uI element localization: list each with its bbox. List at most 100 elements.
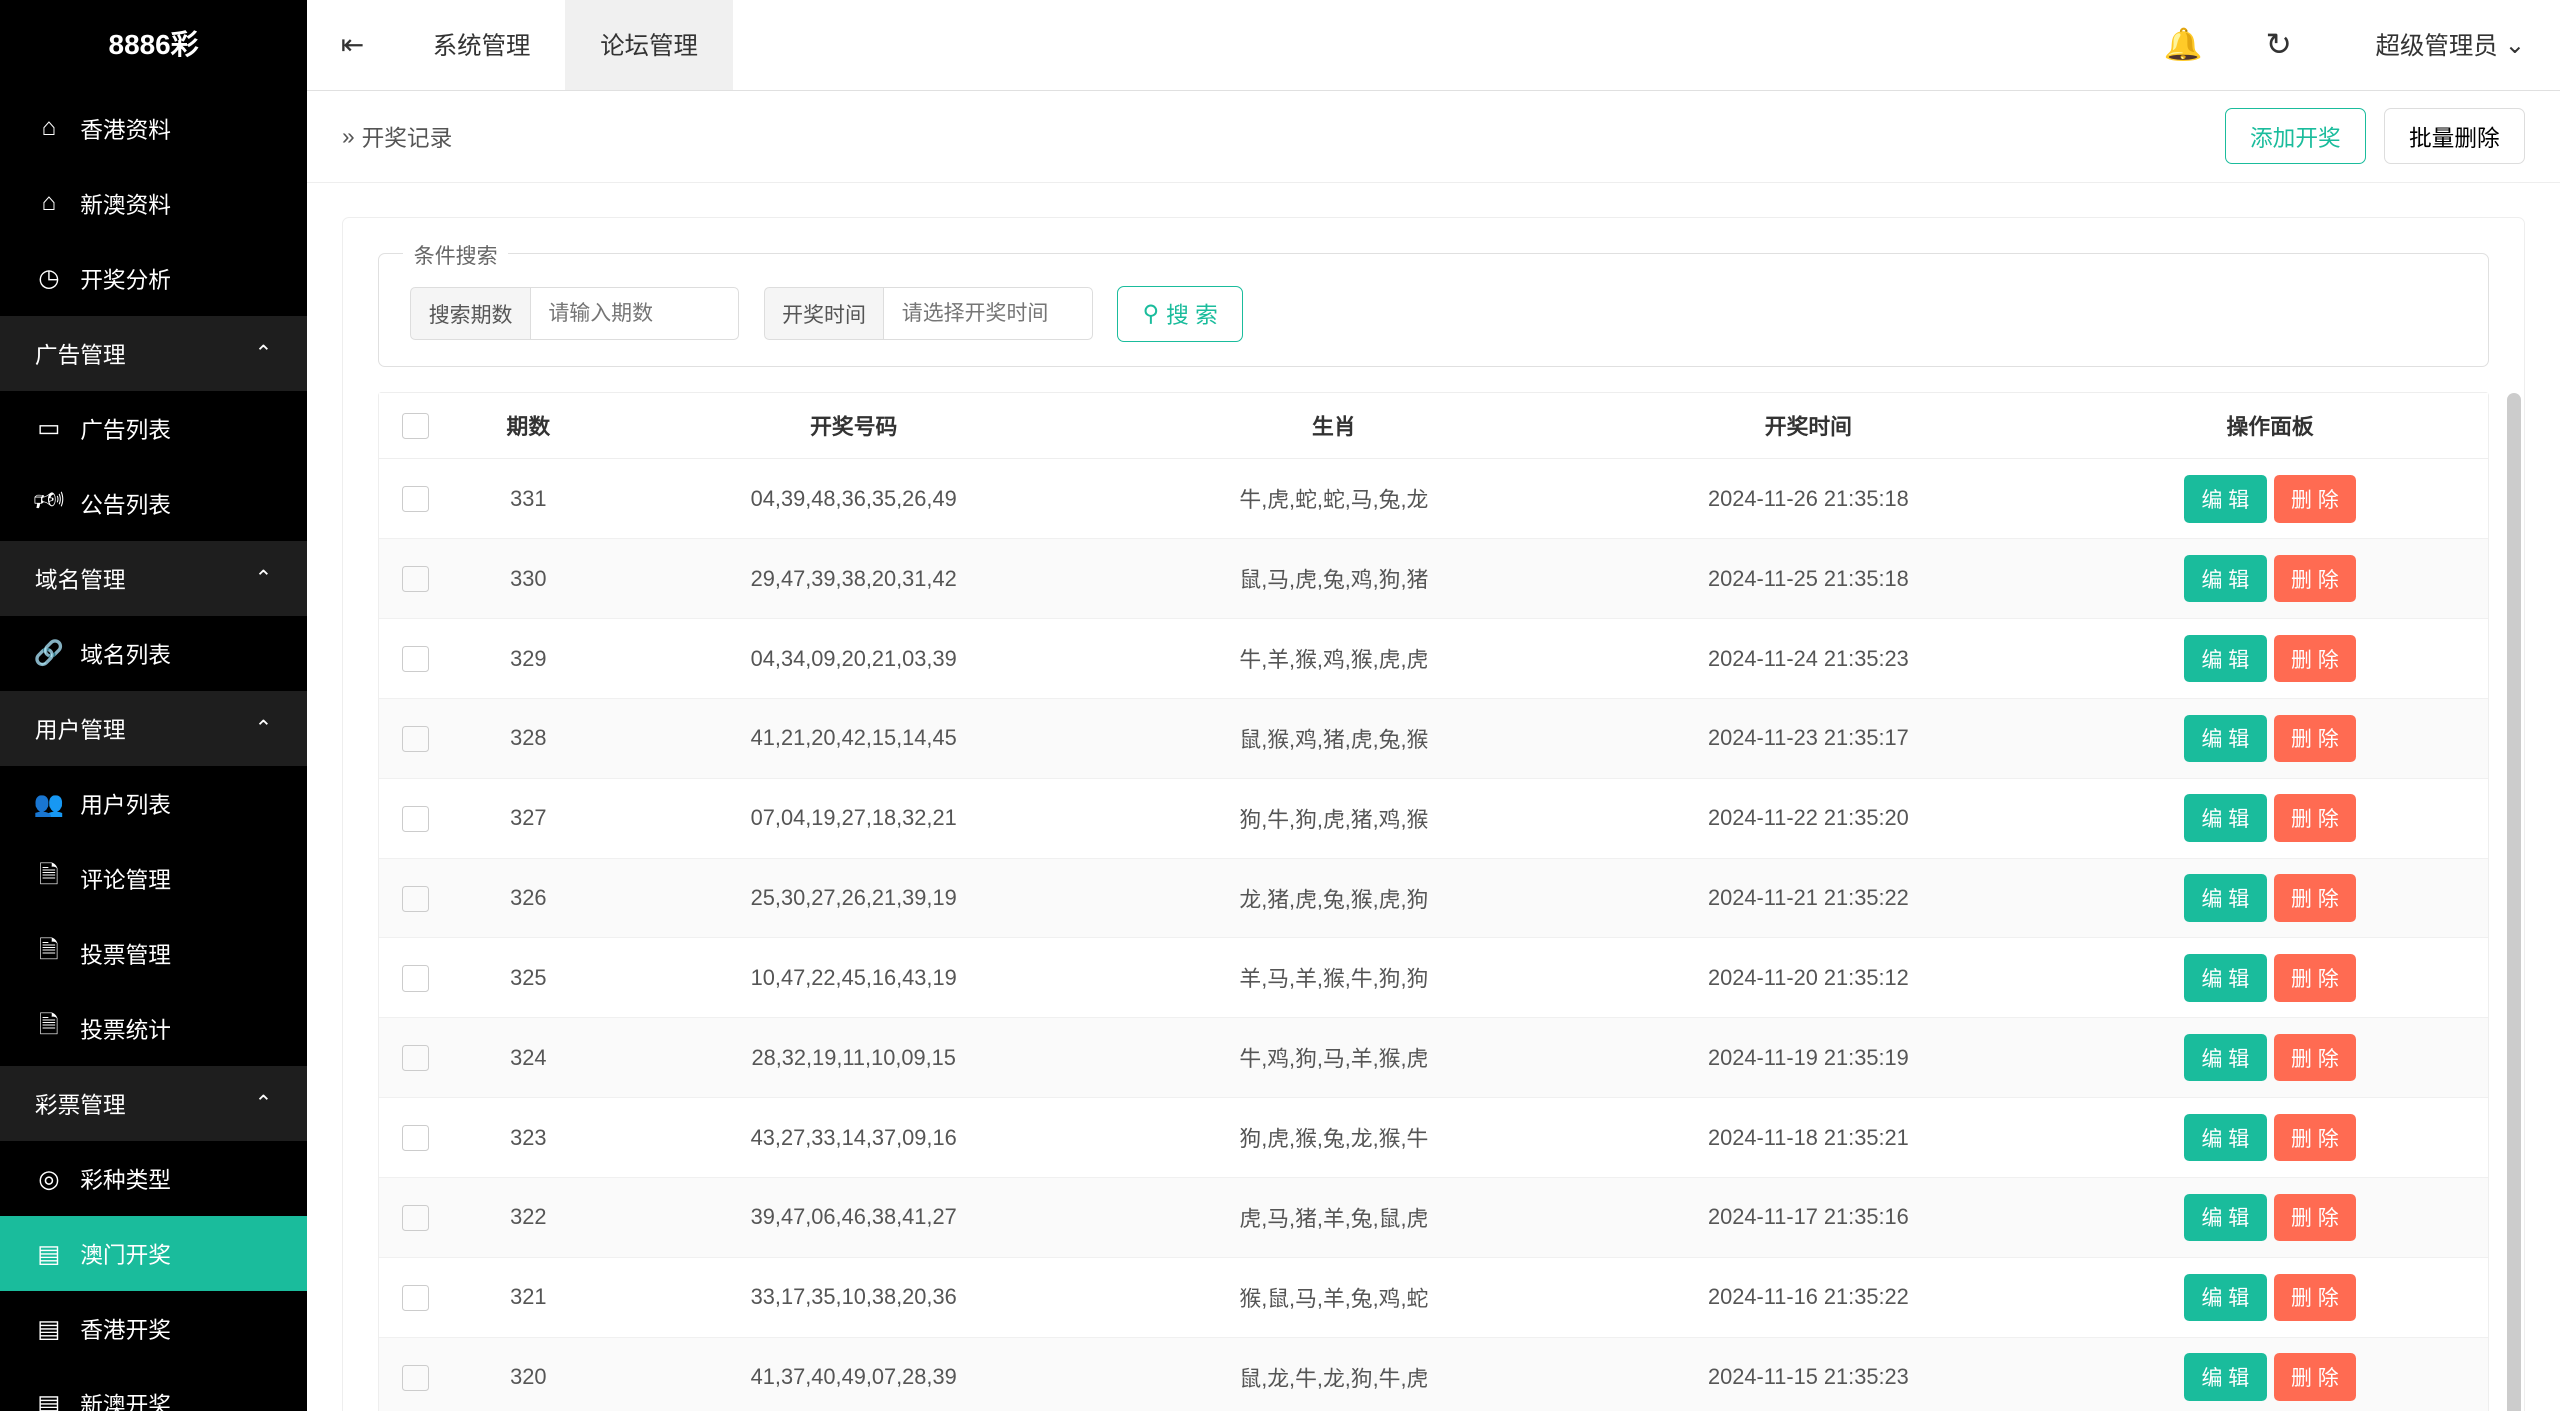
sidebar-item-12[interactable]: 🗎投票统计: [0, 991, 307, 1066]
edit-button[interactable]: 编 辑: [2184, 1353, 2267, 1400]
cell-period: 330: [452, 539, 604, 619]
row-checkbox[interactable]: [402, 566, 428, 592]
search-panel: 条件搜索 搜索期数 开奖时间 ⚲ 搜 索: [378, 253, 2489, 367]
table-row: 32239,47,06,46,38,41,27虎,马,猪,羊,兔,鼠,虎2024…: [379, 1177, 2488, 1257]
edit-button[interactable]: 编 辑: [2184, 1034, 2267, 1081]
row-checkbox[interactable]: [402, 886, 428, 912]
cell-time: 2024-11-18 21:35:21: [1565, 1098, 2052, 1178]
cell-zodiac: 牛,虎,蛇,蛇,马,兔,龙: [1103, 459, 1565, 539]
sidebar-item-0[interactable]: ⌂香港资料: [0, 91, 307, 166]
sidebar-item-label: 香港开奖: [80, 1312, 171, 1345]
sidebar-item-label: 新澳资料: [80, 187, 171, 220]
edit-button[interactable]: 编 辑: [2184, 555, 2267, 602]
cell-time: 2024-11-23 21:35:17: [1565, 698, 2052, 778]
row-checkbox[interactable]: [402, 965, 428, 991]
delete-button[interactable]: 删 除: [2274, 475, 2357, 522]
sidebar-item-8[interactable]: 用户管理⌃: [0, 691, 307, 766]
sidebar-item-7[interactable]: 🔗域名列表: [0, 616, 307, 691]
scrollbar-track[interactable]: [2507, 393, 2521, 1411]
edit-button[interactable]: 编 辑: [2184, 1114, 2267, 1161]
sidebar-item-3[interactable]: 广告管理⌃: [0, 316, 307, 391]
col-zodiac: 生肖: [1103, 393, 1565, 459]
delete-button[interactable]: 删 除: [2274, 715, 2357, 762]
menu-collapse-icon: ⇤: [341, 28, 364, 61]
cell-zodiac: 鼠,马,虎,兔,鸡,狗,猪: [1103, 539, 1565, 619]
cell-zodiac: 鼠,龙,牛,龙,狗,牛,虎: [1103, 1337, 1565, 1411]
add-draw-button[interactable]: 添加开奖: [2225, 108, 2367, 164]
sidebar-item-15[interactable]: ▤澳门开奖: [0, 1216, 307, 1291]
sidebar-item-13[interactable]: 彩票管理⌃: [0, 1066, 307, 1141]
refresh-icon[interactable]: ↻: [2252, 13, 2306, 77]
sidebar-item-1[interactable]: ⌂新澳资料: [0, 166, 307, 241]
batch-delete-button[interactable]: 批量删除: [2384, 108, 2526, 164]
row-checkbox[interactable]: [402, 806, 428, 832]
period-input[interactable]: [530, 287, 739, 340]
cell-time: 2024-11-19 21:35:19: [1565, 1018, 2052, 1098]
cell-numbers: 25,30,27,26,21,39,19: [605, 858, 1103, 938]
table-row: 32904,34,09,20,21,03,39牛,羊,猴,鸡,猴,虎,虎2024…: [379, 619, 2488, 699]
sidebar-item-label: 投票统计: [80, 1012, 171, 1045]
delete-button[interactable]: 删 除: [2274, 794, 2357, 841]
row-checkbox[interactable]: [402, 646, 428, 672]
edit-button[interactable]: 编 辑: [2184, 954, 2267, 1001]
sidebar-item-6[interactable]: 域名管理⌃: [0, 541, 307, 616]
edit-button[interactable]: 编 辑: [2184, 794, 2267, 841]
sidebar-item-10[interactable]: 🗎评论管理: [0, 841, 307, 916]
sidebar-item-label: 用户列表: [80, 787, 171, 820]
cell-zodiac: 牛,羊,猴,鸡,猴,虎,虎: [1103, 619, 1565, 699]
row-checkbox[interactable]: [402, 1125, 428, 1151]
sidebar-item-2[interactable]: ◷开奖分析: [0, 241, 307, 316]
edit-button[interactable]: 编 辑: [2184, 1274, 2267, 1321]
user-menu[interactable]: 超级管理员 ⌄: [2341, 27, 2525, 62]
delete-button[interactable]: 删 除: [2274, 555, 2357, 602]
edit-button[interactable]: 编 辑: [2184, 874, 2267, 921]
menu-icon: ▤: [35, 1239, 63, 1269]
sidebar-item-5[interactable]: 🕬公告列表: [0, 466, 307, 541]
row-checkbox[interactable]: [402, 1205, 428, 1231]
collapse-sidebar-button[interactable]: ⇤: [307, 0, 398, 90]
delete-button[interactable]: 删 除: [2274, 874, 2357, 921]
sidebar-item-9[interactable]: 👥用户列表: [0, 766, 307, 841]
menu-icon: 🔗: [35, 638, 63, 668]
edit-button[interactable]: 编 辑: [2184, 475, 2267, 522]
delete-button[interactable]: 删 除: [2274, 1114, 2357, 1161]
topbar: ⇤ 系统管理论坛管理 🔔 ↻ 超级管理员 ⌄: [307, 0, 2560, 91]
cell-zodiac: 羊,马,羊,猴,牛,狗,狗: [1103, 938, 1565, 1018]
cell-time: 2024-11-16 21:35:22: [1565, 1257, 2052, 1337]
time-input[interactable]: [883, 287, 1092, 340]
sidebar-item-4[interactable]: ▭广告列表: [0, 391, 307, 466]
sidebar-item-17[interactable]: ▤新澳开奖: [0, 1366, 307, 1411]
sidebar-item-14[interactable]: ◎彩种类型: [0, 1141, 307, 1216]
tab-0[interactable]: 系统管理: [398, 0, 565, 90]
delete-button[interactable]: 删 除: [2274, 1274, 2357, 1321]
delete-button[interactable]: 删 除: [2274, 954, 2357, 1001]
delete-button[interactable]: 删 除: [2274, 1353, 2357, 1400]
cell-numbers: 28,32,19,11,10,09,15: [605, 1018, 1103, 1098]
select-all-checkbox[interactable]: [402, 413, 428, 439]
sidebar-item-label: 评论管理: [80, 862, 171, 895]
sidebar-item-16[interactable]: ▤香港开奖: [0, 1291, 307, 1366]
row-checkbox[interactable]: [402, 1365, 428, 1391]
scrollbar-thumb[interactable]: [2507, 393, 2521, 1411]
delete-button[interactable]: 删 除: [2274, 635, 2357, 682]
row-checkbox[interactable]: [402, 1045, 428, 1071]
sidebar-item-11[interactable]: 🗎投票管理: [0, 916, 307, 991]
edit-button[interactable]: 编 辑: [2184, 1194, 2267, 1241]
edit-button[interactable]: 编 辑: [2184, 715, 2267, 762]
cell-numbers: 43,27,33,14,37,09,16: [605, 1098, 1103, 1178]
row-checkbox[interactable]: [402, 486, 428, 512]
edit-button[interactable]: 编 辑: [2184, 635, 2267, 682]
cell-time: 2024-11-25 21:35:18: [1565, 539, 2052, 619]
delete-button[interactable]: 删 除: [2274, 1194, 2357, 1241]
search-button[interactable]: ⚲ 搜 索: [1117, 286, 1243, 342]
delete-button[interactable]: 删 除: [2274, 1034, 2357, 1081]
logo: 8886彩: [0, 0, 307, 91]
notification-icon[interactable]: 🔔: [2150, 12, 2217, 77]
cell-numbers: 04,39,48,36,35,26,49: [605, 459, 1103, 539]
chevron-up-icon: ⌃: [255, 1091, 273, 1116]
row-checkbox[interactable]: [402, 726, 428, 752]
sidebar-item-label: 广告管理: [35, 337, 126, 370]
sidebar-item-label: 公告列表: [80, 487, 171, 520]
row-checkbox[interactable]: [402, 1285, 428, 1311]
tab-1[interactable]: 论坛管理: [565, 0, 732, 90]
